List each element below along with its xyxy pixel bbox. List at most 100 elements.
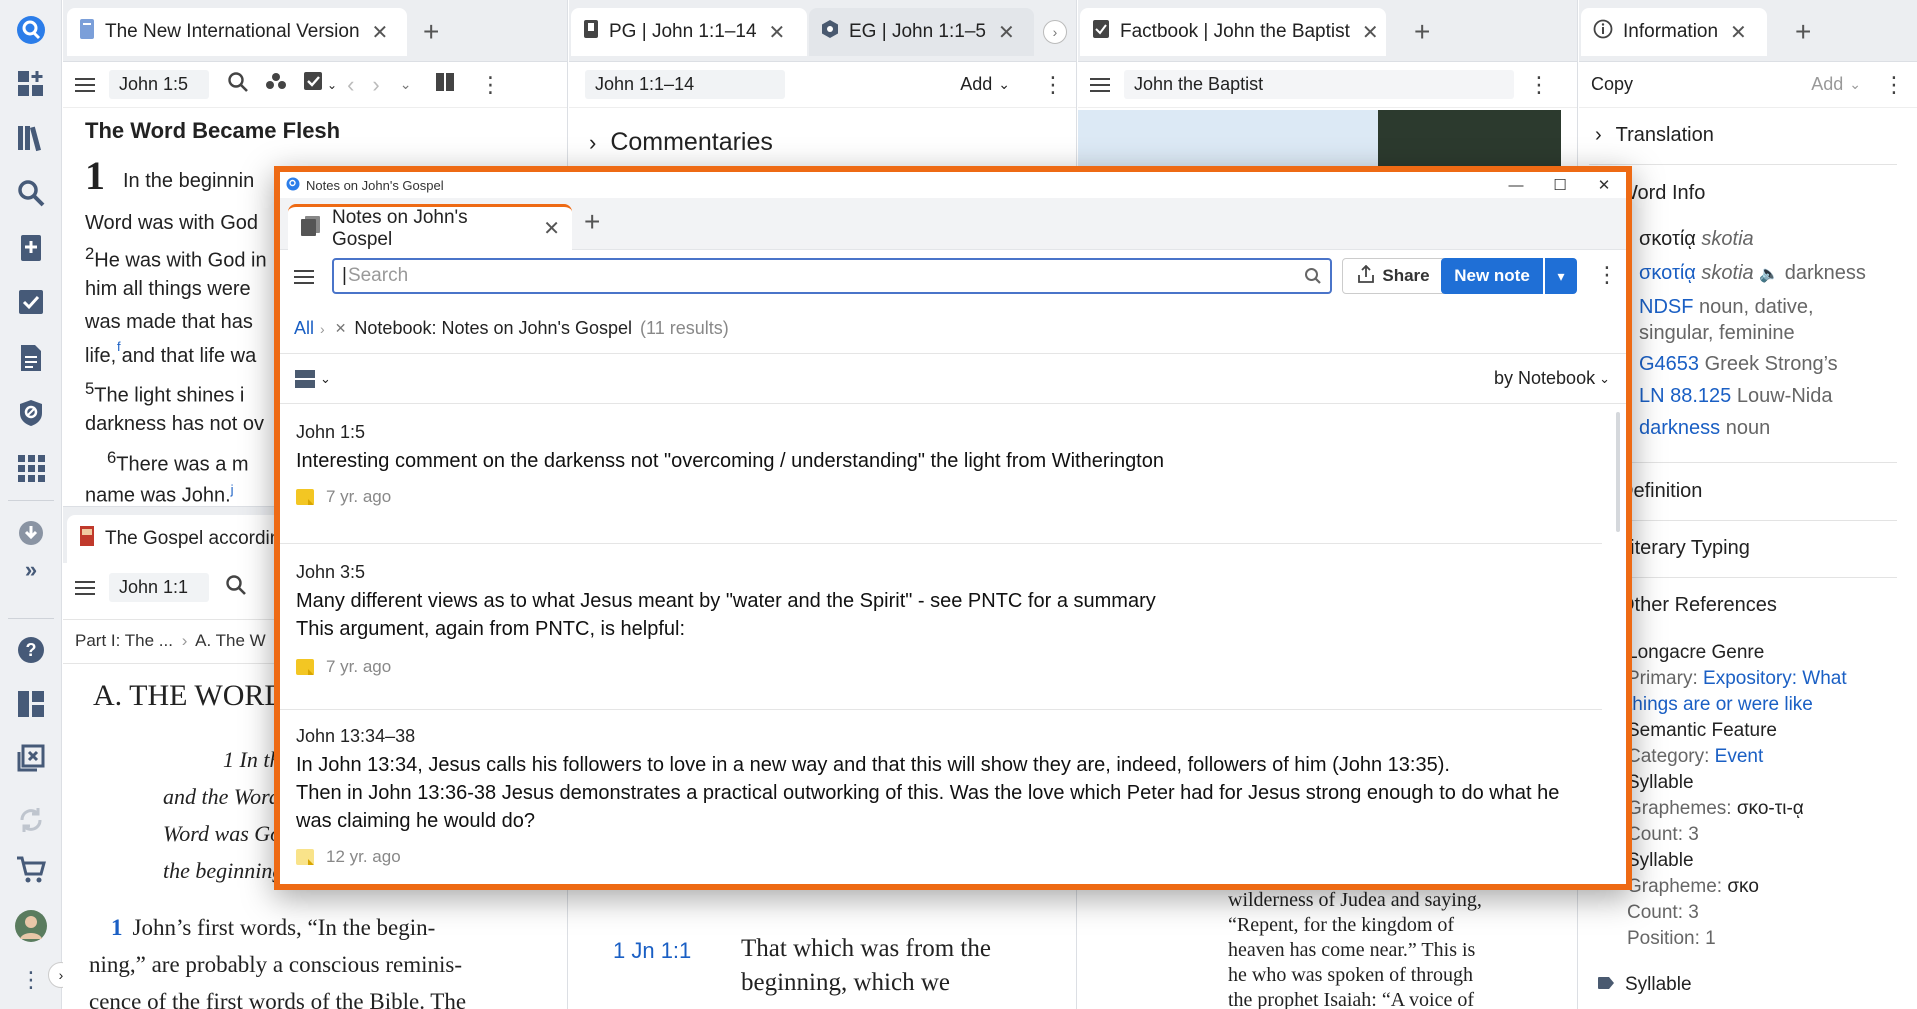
sort-dropdown[interactable]: by Notebook ⌄ — [1494, 368, 1610, 389]
new-note-button[interactable]: New note — [1441, 258, 1543, 294]
checklist-icon[interactable] — [303, 71, 325, 98]
close-panels-icon[interactable] — [13, 740, 49, 776]
breadcrumb-item[interactable]: A. The W — [195, 631, 266, 650]
filter-all-link[interactable]: All — [294, 318, 314, 339]
apps-icon[interactable] — [13, 450, 49, 486]
layouts-icon[interactable] — [13, 686, 49, 722]
more-icon[interactable]: ⋮ — [13, 962, 49, 998]
tab-eg[interactable]: EG | John 1:1–5 ✕ — [809, 8, 1034, 56]
menu-icon[interactable] — [75, 580, 95, 595]
more-icon[interactable]: ⋮ — [1883, 72, 1905, 98]
close-icon[interactable]: ✕ — [1730, 20, 1747, 45]
chevron-down-icon[interactable]: ⌄ — [998, 76, 1010, 93]
footnote-marker[interactable]: f — [117, 339, 121, 354]
guides-icon[interactable] — [13, 230, 49, 266]
shield-icon[interactable] — [13, 395, 49, 431]
help-icon[interactable]: ? — [13, 632, 49, 668]
translation-section[interactable]: › Translation — [1595, 124, 1714, 147]
add-tab-icon[interactable]: + — [423, 16, 439, 48]
search-icon[interactable] — [227, 71, 249, 98]
people-icon[interactable] — [265, 72, 287, 97]
close-icon[interactable]: ✕ — [769, 20, 786, 45]
strongs-link[interactable]: G4653 — [1639, 353, 1699, 375]
chevron-down-icon[interactable]: ⌄ — [1849, 76, 1861, 93]
search-icon[interactable] — [1304, 267, 1322, 291]
menu-icon[interactable] — [294, 270, 314, 284]
tab-notes[interactable]: Notes on John's Gospel ✕ — [288, 204, 572, 250]
search-icon[interactable] — [13, 175, 49, 211]
add-tab-icon[interactable]: + — [584, 206, 600, 238]
close-window-icon[interactable]: ✕ — [1582, 172, 1626, 198]
more-icon[interactable]: ⋮ — [479, 72, 501, 98]
add-panel-icon[interactable] — [13, 66, 49, 102]
next-icon[interactable]: › — [372, 72, 379, 98]
share-button[interactable]: Share — [1342, 258, 1446, 294]
more-icon[interactable]: ⋮ — [1596, 262, 1618, 288]
section-title[interactable]: Other References — [1619, 594, 1777, 617]
expand-icon[interactable]: » — [13, 552, 49, 588]
reference-box[interactable]: John 1:1 — [109, 573, 209, 602]
app-logo-icon[interactable] — [13, 12, 49, 48]
add-tab-icon[interactable]: + — [1414, 16, 1430, 48]
list-item[interactable]: John 13:34–38 In John 13:34, Jesus calls… — [280, 710, 1602, 884]
scrollbar[interactable] — [1616, 412, 1620, 532]
note-reference[interactable]: John 13:34–38 — [296, 726, 1602, 747]
breadcrumb-item[interactable]: Part I: The ... — [75, 631, 173, 650]
chevron-down-icon[interactable]: ⌄ — [327, 78, 337, 92]
cart-icon[interactable] — [13, 852, 49, 888]
list-item[interactable]: John 3:5 Many different views as to what… — [280, 544, 1602, 710]
morph-code[interactable]: NDSF — [1639, 296, 1693, 318]
sync-icon[interactable] — [13, 802, 49, 838]
tab-factbook[interactable]: Factbook | John the Baptist ✕ — [1080, 8, 1386, 56]
close-icon[interactable]: ✕ — [543, 216, 560, 241]
note-reference[interactable]: John 1:5 — [296, 422, 1602, 443]
menu-icon[interactable] — [1090, 77, 1110, 92]
ref-link[interactable]: Expository: What — [1703, 668, 1847, 689]
close-icon[interactable]: ✕ — [998, 20, 1015, 45]
download-icon[interactable] — [13, 515, 49, 551]
reference-box[interactable]: John 1:5 — [109, 70, 209, 99]
add-button[interactable]: Add — [1811, 74, 1843, 95]
more-icon[interactable]: ⋮ — [1528, 72, 1550, 98]
scroll-tabs-icon[interactable]: › — [1043, 20, 1067, 44]
sense-link[interactable]: darkness — [1639, 417, 1720, 439]
window-titlebar[interactable]: Notes on John's Gospel — ☐ ✕ — [280, 172, 1626, 198]
search-icon[interactable] — [225, 574, 247, 601]
avatar[interactable] — [13, 908, 49, 944]
add-tab-icon[interactable]: + — [1795, 16, 1811, 48]
reference-box[interactable]: John the Baptist — [1124, 70, 1514, 99]
more-icon[interactable]: ⋮ — [1042, 72, 1064, 98]
notebook-filter[interactable]: Notebook: Notes on John's Gospel — [354, 318, 632, 339]
prev-icon[interactable]: ‹ — [347, 72, 354, 98]
copy-button[interactable]: Copy — [1591, 74, 1633, 95]
maximize-icon[interactable]: ☐ — [1538, 172, 1582, 198]
greek-link[interactable]: σκοτίᾳ — [1639, 262, 1696, 284]
ref-link[interactable]: Event — [1715, 746, 1764, 767]
add-button[interactable]: Add — [960, 74, 992, 95]
library-icon[interactable] — [13, 120, 49, 156]
parallel-icon[interactable] — [435, 72, 455, 97]
section-title[interactable]: Literary Typing — [1619, 537, 1750, 560]
footnote-marker[interactable]: j — [231, 482, 234, 497]
close-icon[interactable]: ✕ — [372, 20, 389, 45]
remove-filter-icon[interactable]: ✕ — [335, 320, 347, 337]
documents-icon[interactable] — [13, 340, 49, 376]
tab-pg[interactable]: PG | John 1:1–14 ✕ — [571, 8, 807, 56]
tasks-icon[interactable] — [13, 285, 49, 321]
cross-reference-link[interactable]: 1 Jn 1:1 — [613, 938, 691, 964]
list-item[interactable]: John 1:5 Interesting comment on the dark… — [280, 404, 1602, 544]
louw-nida-link[interactable]: LN 88.125 — [1639, 385, 1731, 407]
minimize-icon[interactable]: — — [1494, 172, 1538, 198]
view-mode-icon[interactable]: ⌄ — [294, 369, 331, 389]
ref-link[interactable]: things are or were like — [1627, 692, 1907, 718]
section-row[interactable]: › Commentaries — [589, 128, 773, 157]
search-input[interactable]: | Search — [332, 258, 1332, 294]
reference-box[interactable]: John 1:1–14 — [585, 70, 785, 99]
close-icon[interactable]: ✕ — [1362, 20, 1379, 45]
tab-information[interactable]: Information ✕ — [1581, 8, 1767, 56]
new-note-dropdown[interactable]: ▾ — [1545, 258, 1577, 294]
tab-niv[interactable]: The New International Version ✕ — [67, 8, 407, 56]
paragraph-number[interactable]: 1 — [111, 915, 123, 940]
history-chevron-icon[interactable]: ⌄ — [400, 76, 412, 93]
speaker-icon[interactable]: 🔈 — [1759, 266, 1779, 283]
